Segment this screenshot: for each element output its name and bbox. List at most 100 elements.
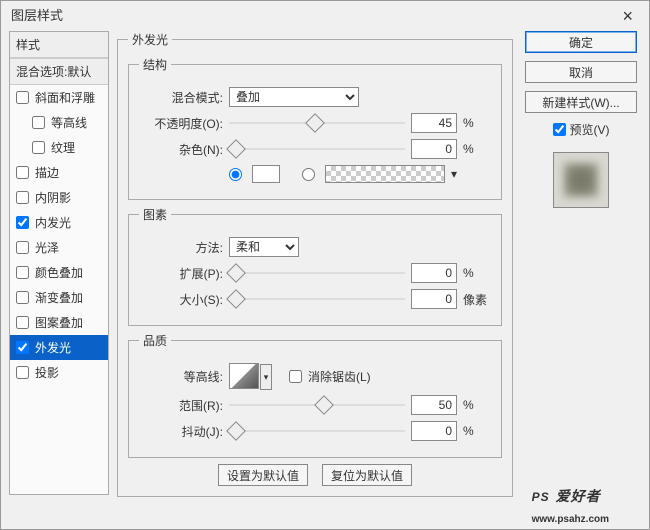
chevron-down-icon[interactable]: ▾ (260, 364, 272, 390)
sidebar-checkbox-7[interactable] (16, 266, 29, 279)
jitter-slider[interactable] (229, 423, 405, 439)
sidebar-item-label: 渐变叠加 (35, 289, 83, 306)
settings-panel: 外发光 结构 混合模式: 叠加 不透明度(O): % 杂色(N): % (117, 31, 513, 495)
noise-slider[interactable] (229, 141, 405, 157)
quality-group: 品质 等高线: ▾ 消除锯齿(L) 范围(R): % 抖动(J): (128, 332, 502, 458)
sidebar-item-label: 外发光 (35, 339, 71, 356)
quality-legend: 品质 (139, 332, 171, 349)
color-gradient-radio[interactable] (302, 168, 315, 181)
ok-button[interactable]: 确定 (525, 31, 637, 53)
sidebar-item-label: 投影 (35, 364, 59, 381)
sidebar-item-3[interactable]: 描边 (10, 160, 108, 185)
sidebar-checkbox-9[interactable] (16, 316, 29, 329)
sidebar-checkbox-6[interactable] (16, 241, 29, 254)
spread-input[interactable] (411, 263, 457, 283)
noise-unit: % (463, 142, 491, 156)
sidebar-item-label: 颜色叠加 (35, 264, 83, 281)
sidebar-item-2[interactable]: 纹理 (10, 135, 108, 160)
opacity-unit: % (463, 116, 491, 130)
sidebar-item-label: 图案叠加 (35, 314, 83, 331)
preview-label: 预览(V) (570, 121, 610, 138)
sidebar-item-label: 描边 (35, 164, 59, 181)
contour-label: 等高线: (139, 368, 223, 385)
opacity-slider[interactable] (229, 115, 405, 131)
titlebar: 图层样式 × (1, 1, 649, 31)
jitter-label: 抖动(J): (139, 423, 223, 440)
preview-swatch (553, 152, 609, 208)
sidebar-item-label: 光泽 (35, 239, 59, 256)
sidebar-item-1[interactable]: 等高线 (10, 110, 108, 135)
close-icon[interactable]: × (616, 1, 639, 31)
size-input[interactable] (411, 289, 457, 309)
antialias-checkbox[interactable] (289, 370, 302, 383)
sidebar-item-label: 纹理 (51, 139, 75, 156)
sidebar-item-11[interactable]: 投影 (10, 360, 108, 385)
sidebar-item-label: 斜面和浮雕 (35, 89, 95, 106)
structure-legend: 结构 (139, 56, 171, 73)
color-solid-radio[interactable] (229, 168, 242, 181)
elements-group: 图素 方法: 柔和 扩展(P): % 大小(S): 像素 (128, 206, 502, 326)
watermark: PS 爱好者 www.psahz.com (532, 485, 609, 527)
window-title: 图层样式 (11, 1, 63, 31)
cancel-button[interactable]: 取消 (525, 61, 637, 83)
spread-unit: % (463, 266, 491, 280)
style-list: 样式 混合选项:默认 斜面和浮雕等高线纹理描边内阴影内发光光泽颜色叠加渐变叠加图… (9, 31, 109, 495)
range-unit: % (463, 398, 491, 412)
sidebar-item-6[interactable]: 光泽 (10, 235, 108, 260)
jitter-unit: % (463, 424, 491, 438)
sidebar-checkbox-10[interactable] (16, 341, 29, 354)
sidebar-checkbox-0[interactable] (16, 91, 29, 104)
size-unit: 像素 (463, 291, 491, 308)
preview-checkbox[interactable] (553, 123, 566, 136)
technique-label: 方法: (139, 239, 223, 256)
elements-legend: 图素 (139, 206, 171, 223)
contour-picker[interactable]: ▾ (229, 363, 259, 389)
sidebar-checkbox-11[interactable] (16, 366, 29, 379)
blend-mode-label: 混合模式: (139, 89, 223, 106)
opacity-input[interactable] (411, 113, 457, 133)
blend-options-header[interactable]: 混合选项:默认 (10, 58, 108, 85)
range-slider[interactable] (229, 397, 405, 413)
sidebar-item-4[interactable]: 内阴影 (10, 185, 108, 210)
sidebar-item-label: 等高线 (51, 114, 87, 131)
opacity-label: 不透明度(O): (139, 115, 223, 132)
gradient-swatch[interactable] (325, 165, 445, 183)
jitter-input[interactable] (411, 421, 457, 441)
chevron-down-icon[interactable]: ▾ (451, 167, 457, 181)
content: 样式 混合选项:默认 斜面和浮雕等高线纹理描边内阴影内发光光泽颜色叠加渐变叠加图… (1, 31, 649, 501)
noise-label: 杂色(N): (139, 141, 223, 158)
style-header[interactable]: 样式 (10, 32, 108, 58)
set-default-button[interactable]: 设置为默认值 (218, 464, 308, 486)
blend-mode-select[interactable]: 叠加 (229, 87, 359, 107)
size-slider[interactable] (229, 291, 405, 307)
noise-input[interactable] (411, 139, 457, 159)
structure-group: 结构 混合模式: 叠加 不透明度(O): % 杂色(N): % (128, 56, 502, 200)
new-style-button[interactable]: 新建样式(W)... (525, 91, 637, 113)
sidebar-checkbox-4[interactable] (16, 191, 29, 204)
technique-select[interactable]: 柔和 (229, 237, 299, 257)
sidebar-item-label: 内阴影 (35, 189, 71, 206)
panel-title: 外发光 (128, 31, 172, 48)
spread-slider[interactable] (229, 265, 405, 281)
range-input[interactable] (411, 395, 457, 415)
spread-label: 扩展(P): (139, 265, 223, 282)
size-label: 大小(S): (139, 291, 223, 308)
sidebar-item-label: 内发光 (35, 214, 71, 231)
sidebar-checkbox-2[interactable] (32, 141, 45, 154)
antialias-label: 消除锯齿(L) (308, 368, 371, 385)
right-panel: 确定 取消 新建样式(W)... 预览(V) (521, 31, 641, 495)
sidebar-item-5[interactable]: 内发光 (10, 210, 108, 235)
outer-glow-group: 外发光 结构 混合模式: 叠加 不透明度(O): % 杂色(N): % (117, 31, 513, 497)
sidebar-item-8[interactable]: 渐变叠加 (10, 285, 108, 310)
sidebar-checkbox-1[interactable] (32, 116, 45, 129)
sidebar-checkbox-3[interactable] (16, 166, 29, 179)
sidebar-item-0[interactable]: 斜面和浮雕 (10, 85, 108, 110)
sidebar-checkbox-5[interactable] (16, 216, 29, 229)
range-label: 范围(R): (139, 397, 223, 414)
sidebar-item-10[interactable]: 外发光 (10, 335, 108, 360)
sidebar-item-9[interactable]: 图案叠加 (10, 310, 108, 335)
color-swatch[interactable] (252, 165, 280, 183)
sidebar-checkbox-8[interactable] (16, 291, 29, 304)
reset-default-button[interactable]: 复位为默认值 (322, 464, 412, 486)
sidebar-item-7[interactable]: 颜色叠加 (10, 260, 108, 285)
